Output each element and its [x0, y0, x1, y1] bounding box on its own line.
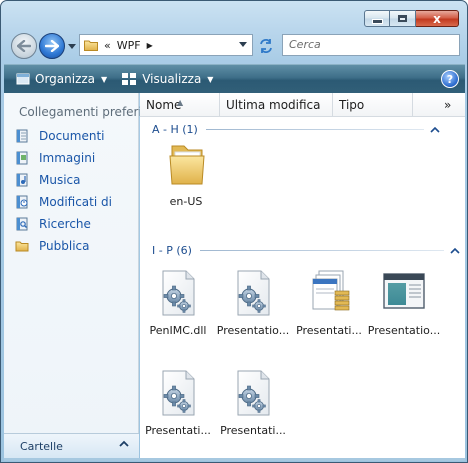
sidebar-item-documenti[interactable]: Documenti	[15, 127, 105, 145]
file-name: Presentati...	[220, 424, 286, 437]
sidebar-item-musica[interactable]: Musica	[15, 171, 81, 189]
folders-toggle[interactable]: Cartelle	[4, 433, 139, 458]
folder-icon	[169, 145, 205, 185]
dll-file-icon	[154, 269, 202, 317]
pictures-icon	[16, 151, 28, 165]
back-button[interactable]	[11, 33, 37, 59]
views-icon	[122, 73, 137, 85]
group-header-a-h[interactable]: A - H (1)	[152, 123, 440, 136]
close-icon: x	[433, 11, 441, 26]
sidebar-item-label: Documenti	[39, 129, 105, 143]
group-divider	[205, 129, 424, 130]
breadcrumb-separator[interactable]: ▶	[147, 41, 153, 50]
music-icon	[16, 173, 28, 187]
sidebar-item-label: Ricerche	[39, 217, 91, 231]
chevron-down-icon: ▼	[101, 74, 108, 84]
list-item[interactable]: Presentati...	[215, 369, 291, 437]
column-header-label: Tipo	[339, 98, 365, 112]
searches-icon	[16, 217, 28, 231]
group-label: A - H (1)	[152, 123, 198, 136]
view-menu-button[interactable]: Visualizza ▼	[117, 68, 217, 90]
column-header-name[interactable]: ▲ Nome	[140, 93, 220, 117]
refresh-button[interactable]	[257, 37, 275, 55]
recent-pages-dropdown[interactable]	[67, 42, 76, 51]
sidebar-item-immagini[interactable]: Immagini	[15, 149, 95, 167]
column-header-label: Ultima modifica	[226, 98, 321, 112]
dll-file-icon	[229, 269, 277, 317]
help-button[interactable]: ?	[441, 70, 459, 88]
back-arrow-icon	[17, 40, 31, 52]
caption-buttons: x	[364, 10, 459, 27]
close-button[interactable]: x	[416, 10, 459, 27]
forward-arrow-icon	[45, 40, 59, 52]
explorer-window: x « WPF ▶ Cerca Organizza ▼ Visualizza ▼…	[0, 0, 468, 463]
favorite-links-title: Collegamenti preferiti	[19, 105, 150, 119]
file-name: en-US	[169, 195, 203, 208]
address-bar[interactable]: « WPF ▶	[79, 34, 253, 56]
list-item[interactable]: PenIMC.dll	[140, 269, 216, 337]
minimize-icon	[371, 19, 383, 24]
organize-label: Organizza	[35, 72, 96, 86]
forward-button[interactable]	[39, 33, 65, 59]
maximize-button[interactable]	[390, 10, 416, 27]
sidebar-item-label: Modificati di	[39, 195, 112, 209]
list-item[interactable]: Presentati...	[140, 369, 216, 437]
chevron-down-icon	[67, 44, 76, 49]
list-item[interactable]: Presentatio...	[366, 269, 442, 337]
organize-menu-button[interactable]: Organizza ▼	[12, 68, 111, 90]
public-folder-icon	[15, 241, 29, 252]
file-name: Presentatio...	[367, 324, 441, 337]
file-name: PenIMC.dll	[149, 324, 207, 337]
command-bar: Organizza ▼ Visualizza ▼ ?	[4, 64, 465, 93]
navigation-pane: Collegamenti preferiti Documenti Immagin…	[4, 93, 150, 459]
file-list: ▲ Nome Ultima modifica Tipo » A - H (1)	[140, 93, 465, 459]
organize-icon	[16, 73, 30, 85]
column-header-type[interactable]: Tipo	[333, 93, 413, 117]
file-name: Presentati...	[296, 324, 362, 337]
sidebar-item-ricerche[interactable]: Ricerche	[15, 215, 91, 233]
sort-ascending-icon: ▲	[177, 98, 184, 107]
assembly-stack-icon	[312, 270, 350, 311]
collapse-group-icon[interactable]	[450, 247, 460, 255]
address-dropdown-icon[interactable]	[239, 42, 247, 47]
sidebar-item-pubblica[interactable]: Pubblica	[15, 237, 89, 255]
help-icon: ?	[446, 72, 454, 86]
sidebar-item-modificati[interactable]: Modificati di	[15, 193, 112, 211]
sidebar-item-label: Immagini	[39, 151, 96, 165]
group-divider	[199, 250, 444, 251]
application-window-icon	[383, 273, 425, 309]
chevron-up-icon	[119, 440, 129, 447]
recently-changed-icon	[16, 195, 28, 209]
dll-file-icon	[154, 369, 202, 417]
view-label: Visualizza	[142, 72, 202, 86]
list-item[interactable]: Presentati...	[291, 269, 367, 337]
collapse-group-icon[interactable]	[430, 126, 440, 134]
more-columns-button[interactable]: »	[434, 93, 465, 117]
folder-icon	[84, 40, 98, 51]
documents-icon	[16, 129, 28, 143]
sidebar-item-label: Musica	[39, 173, 81, 187]
list-item[interactable]: en-US	[148, 140, 224, 208]
group-header-i-p[interactable]: I - P (6)	[152, 244, 460, 257]
address-prefix[interactable]: «	[104, 39, 111, 52]
minimize-button[interactable]	[364, 10, 390, 27]
column-header-row: ▲ Nome Ultima modifica Tipo »	[140, 93, 465, 117]
sidebar-item-label: Pubblica	[39, 239, 90, 253]
breadcrumb-wpf[interactable]: WPF	[117, 39, 141, 52]
refresh-icon	[260, 39, 272, 53]
file-name: Presentati...	[145, 424, 211, 437]
search-input[interactable]: Cerca	[282, 34, 460, 56]
column-header-modified[interactable]: Ultima modifica	[220, 93, 333, 117]
file-name: Presentatio...	[216, 324, 290, 337]
window-bottom-border	[4, 458, 465, 461]
list-item[interactable]: Presentatio...	[215, 269, 291, 337]
maximize-icon	[398, 15, 407, 22]
dll-file-icon	[229, 369, 277, 417]
folders-label: Cartelle	[20, 439, 63, 453]
group-label: I - P (6)	[152, 244, 192, 257]
chevron-down-icon: ▼	[207, 74, 214, 84]
more-columns-icon: »	[444, 98, 452, 112]
